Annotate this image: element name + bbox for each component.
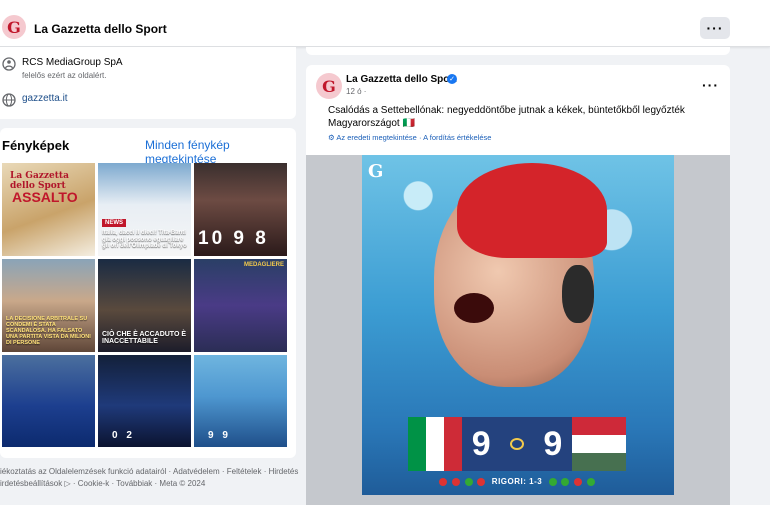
penalty-miss-icon <box>451 477 460 486</box>
player-cap <box>457 163 607 258</box>
photo-grid: La Gazzetta dello Sport ASSALTO NEWS Ita… <box>2 163 287 447</box>
photo-tile[interactable]: CIÒ CHE È ACCADUTO È INACCETTABILE <box>98 259 191 352</box>
tile-caption: 9 9 <box>208 430 231 441</box>
tile-headline: ASSALTO <box>12 189 78 205</box>
penalty-goal-icon <box>548 477 557 486</box>
page-logo[interactable]: G <box>2 15 26 39</box>
score-hungary: 9 <box>543 424 563 463</box>
tile-caption: MEDAGLIERE <box>243 262 284 268</box>
photo-tile[interactable]: LA DECISIONE ARBITRALE SU CONDEMI È STAT… <box>2 259 95 352</box>
company-note: felelős ezért az oldalért. <box>22 71 107 80</box>
penalty-miss-icon <box>574 477 583 486</box>
website-row: gazzetta.it <box>0 93 68 107</box>
company-row: RCS MediaGroup SpA felelős ezért az olda… <box>0 57 123 80</box>
post-text: Csalódás a Settebellónak: negyeddöntőbe … <box>328 105 685 129</box>
photo-tile[interactable]: La Gazzetta dello Sport ASSALTO <box>2 163 95 256</box>
tile-masthead: La Gazzetta dello Sport <box>10 171 69 191</box>
penalty-miss-icon <box>439 477 448 486</box>
photo-tile[interactable]: MEDAGLIERE <box>194 259 287 352</box>
water-polo-poster: G 9 9 RIGORI: 1-3 <box>362 155 674 495</box>
post-timestamp[interactable]: 12 ó · <box>346 87 366 96</box>
see-all-photos-link[interactable]: Minden fénykép megtekintése <box>145 138 296 166</box>
score-box: 9 9 <box>462 417 572 471</box>
shootout-row: RIGORI: 1-3 <box>402 477 632 486</box>
photo-tile[interactable]: 10 9 8 <box>194 163 287 256</box>
page-footer: iékoztatás az Oldalelemzések funkció ada… <box>0 466 300 490</box>
previous-post-edge <box>306 47 730 55</box>
tile-caption: CIÒ CHE È ACCADUTO È INACCETTABILE <box>102 330 187 346</box>
company-name: RCS MediaGroup SpA <box>22 57 123 68</box>
photo-tile[interactable]: NEWS Italia, dacci il dieci! Tita-Banti … <box>98 163 191 256</box>
ear-guard <box>562 265 594 323</box>
photo-tile[interactable] <box>2 355 95 447</box>
olympic-rings-icon <box>509 438 524 450</box>
tile-caption: 10 9 8 <box>198 228 269 249</box>
hungary-flag-icon <box>572 417 626 471</box>
photos-title: Fényképek <box>2 138 70 153</box>
info-icon <box>2 57 16 71</box>
penalty-miss-icon <box>477 477 486 486</box>
photo-tile[interactable]: 0 2 <box>98 355 191 447</box>
scoreboard: 9 9 <box>408 417 626 471</box>
globe-icon <box>2 93 16 107</box>
about-card: RCS MediaGroup SpA felelős ezért az olda… <box>0 47 296 119</box>
photo-tile[interactable]: 9 9 <box>194 355 287 447</box>
penalty-goal-icon <box>464 477 473 486</box>
more-options-button[interactable]: ··· <box>700 17 730 39</box>
verified-icon: ✓ <box>447 74 457 84</box>
website-link[interactable]: gazzetta.it <box>22 93 68 104</box>
italy-flag-icon <box>408 417 462 471</box>
penalty-goal-icon <box>586 477 595 486</box>
news-badge: NEWS <box>102 219 126 227</box>
footer-links-1[interactable]: iékoztatás az Oldalelemzések funkció ada… <box>0 466 300 478</box>
feed-post: G La Gazzetta dello Sport ✓ 12 ó · ··· C… <box>306 65 730 505</box>
footer-links-2[interactable]: irdetésbeállítások ▷ · Cookie-k · Tovább… <box>0 478 300 490</box>
score-italy: 9 <box>471 424 491 463</box>
shootout-label: RIGORI: 1-3 <box>491 477 543 486</box>
post-avatar[interactable]: G <box>316 73 342 99</box>
tile-caption: LA DECISIONE ARBITRALE SU CONDEMI È STAT… <box>6 315 91 346</box>
photos-card: Fényképek Minden fénykép megtekintése La… <box>0 128 296 458</box>
gazzetta-logo: G <box>368 161 384 182</box>
page-header: G La Gazzetta dello Sport ··· <box>0 0 770 47</box>
translation-links[interactable]: ⚙ Az eredeti megtekintése · A fordítás é… <box>328 133 491 142</box>
tile-caption: 0 2 <box>112 430 135 441</box>
tile-caption: Italia, dacci il dieci! Tita-Banti già o… <box>102 230 187 250</box>
post-image[interactable]: G 9 9 RIGORI: 1-3 <box>306 155 730 505</box>
penalty-goal-icon <box>561 477 570 486</box>
page-name[interactable]: La Gazzetta dello Sport <box>34 22 167 36</box>
post-author[interactable]: La Gazzetta dello Sport <box>346 74 457 85</box>
post-more-button[interactable]: ··· <box>702 77 719 93</box>
player-mouth <box>454 293 494 323</box>
